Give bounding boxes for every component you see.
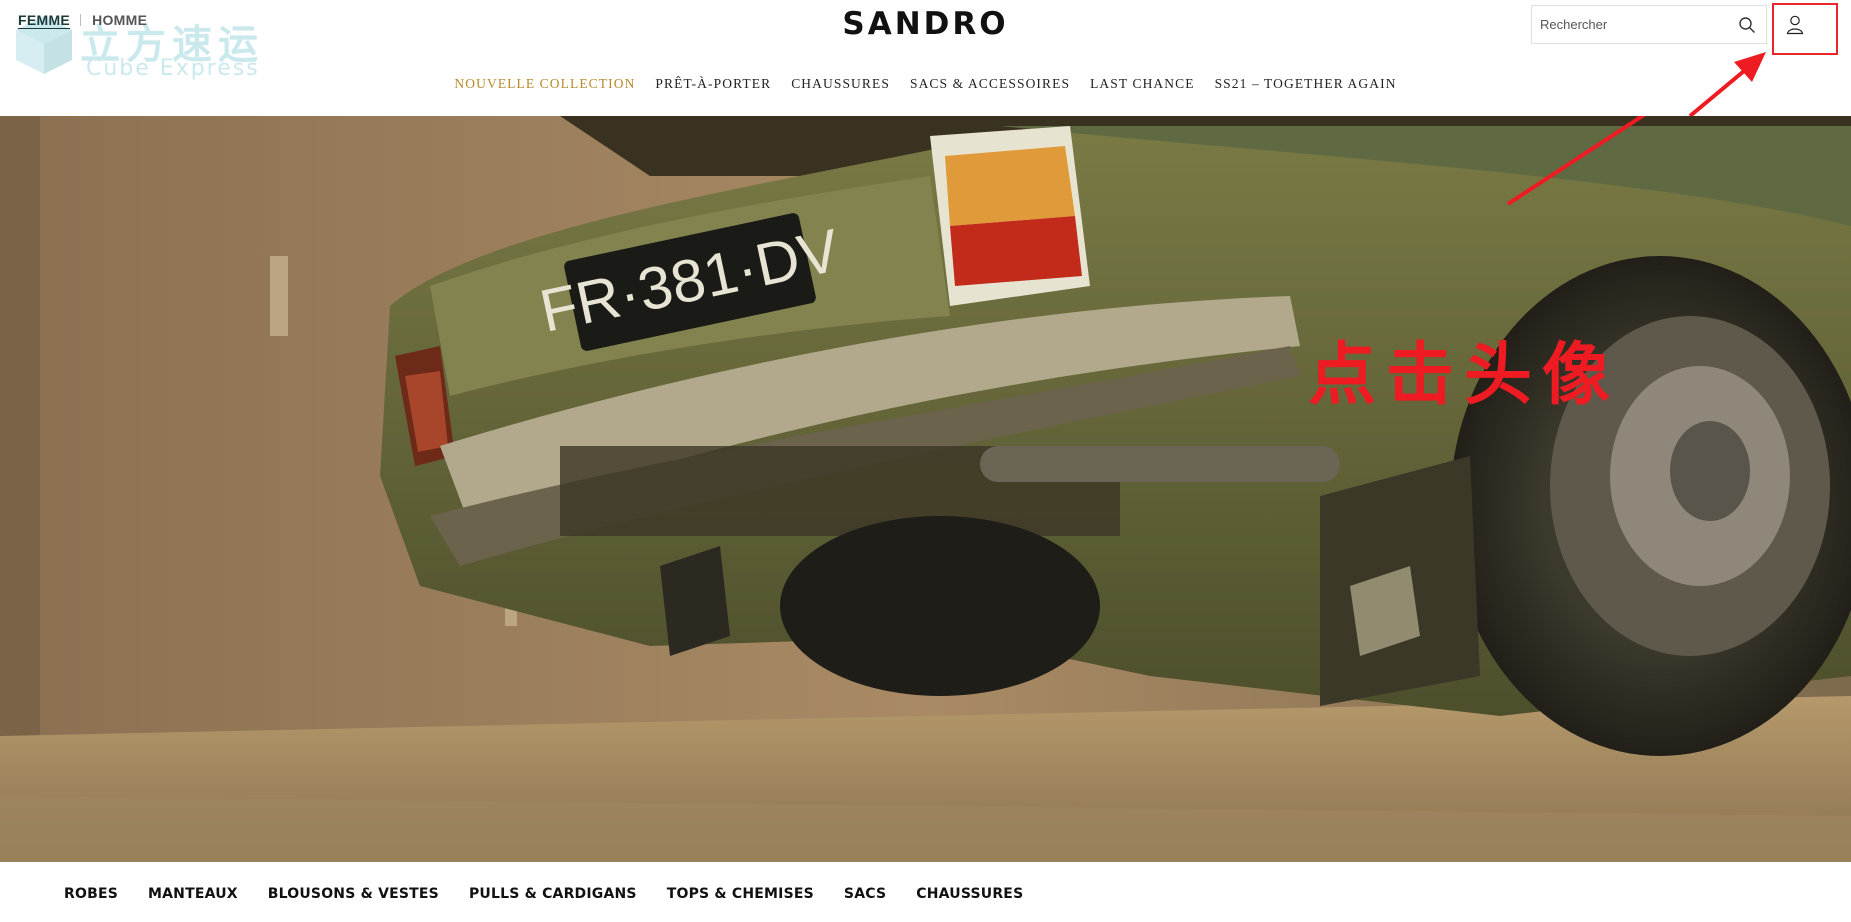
user-icon xyxy=(1786,15,1804,35)
category-bar: ROBES MANTEAUX BLOUSONS & VESTES PULLS &… xyxy=(0,862,1851,922)
nav-item-ss21[interactable]: SS21 – TOGETHER AGAIN xyxy=(1215,76,1397,92)
main-nav: NOUVELLE COLLECTION PRÊT-À-PORTER CHAUSS… xyxy=(0,76,1851,92)
nav-item-sacs-accessoires[interactable]: SACS & ACCESSOIRES xyxy=(910,76,1070,92)
hero-image: FR·381·DV xyxy=(0,116,1851,862)
search-box xyxy=(1531,5,1767,44)
nav-item-last-chance[interactable]: LAST CHANCE xyxy=(1090,76,1194,92)
search-input[interactable] xyxy=(1540,6,1730,43)
category-pulls-cardigans[interactable]: PULLS & CARDIGANS xyxy=(469,886,637,902)
category-manteaux[interactable]: MANTEAUX xyxy=(148,886,238,902)
category-robes[interactable]: ROBES xyxy=(64,886,118,902)
account-button[interactable] xyxy=(1779,8,1811,42)
category-tops-chemises[interactable]: TOPS & CHEMISES xyxy=(667,886,814,902)
annotation-text: 点击头像 xyxy=(1308,336,1621,415)
hero-banner[interactable]: FR·381·DV 点击头像 xyxy=(0,116,1851,862)
category-chaussures[interactable]: CHAUSSURES xyxy=(916,886,1023,902)
search-icon[interactable] xyxy=(1738,16,1756,34)
nav-item-pret-a-porter[interactable]: PRÊT-À-PORTER xyxy=(655,76,771,92)
nav-item-chaussures[interactable]: CHAUSSURES xyxy=(791,76,890,92)
category-list: ROBES MANTEAUX BLOUSONS & VESTES PULLS &… xyxy=(64,886,1053,902)
category-blousons-vestes[interactable]: BLOUSONS & VESTES xyxy=(268,886,439,902)
nav-item-nouvelle-collection[interactable]: NOUVELLE COLLECTION xyxy=(454,76,635,92)
category-sacs[interactable]: SACS xyxy=(844,886,886,902)
site-header: 立方速运 Cube Express FEMME HOMME SANDRO NOU… xyxy=(0,0,1851,116)
